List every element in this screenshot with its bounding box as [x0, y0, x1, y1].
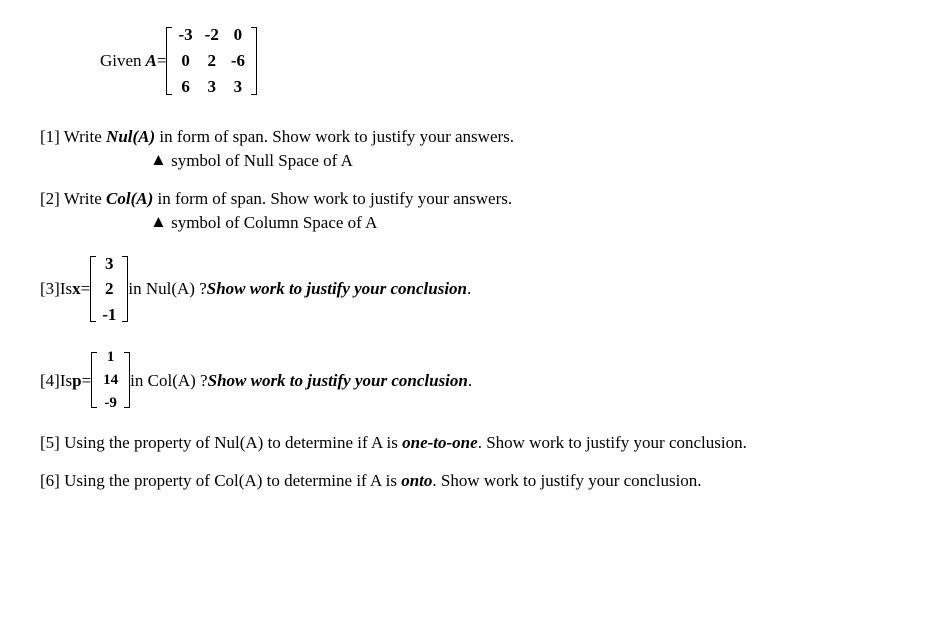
q2-number: [2]: [40, 189, 60, 208]
bracket-left: [91, 352, 97, 408]
q3-period: .: [467, 277, 471, 301]
vector-p-cells: 1 14 -9: [97, 344, 124, 417]
vector-x: 3 2 -1: [90, 249, 128, 330]
q2-hint-text: symbol of Column Space of A: [167, 213, 378, 232]
q4-conclusion: Show work to justify your conclusion: [208, 369, 468, 393]
q2-term: Col(A): [106, 189, 153, 208]
triangle-icon: ▲: [150, 148, 167, 172]
vector-x-cells: 3 2 -1: [96, 249, 122, 330]
bracket-left: [90, 256, 96, 322]
vector-p: 1 14 -9: [91, 344, 130, 417]
q5-rest: . Show work to justify your conclusion.: [478, 433, 747, 452]
bracket-right: [124, 352, 130, 408]
equals-sign: =: [157, 49, 167, 73]
q2-rest: in form of span. Show work to justify yo…: [153, 189, 512, 208]
given-label: Given: [100, 49, 142, 73]
q6-prefix: Using the property of Col(A) to determin…: [60, 471, 401, 490]
q1-hint-text: symbol of Null Space of A: [167, 151, 353, 170]
q4-equals: =: [82, 369, 92, 393]
given-line: Given A = -3 -2 0 0 2 -6 6 3 3: [100, 20, 900, 101]
bracket-right: [251, 27, 257, 95]
question-3: [3] Is x = 3 2 -1 in Nul(A) ? Show work …: [40, 249, 900, 330]
question-1: [1] Write Nul(A) in form of span. Show w…: [40, 125, 900, 173]
bracket-right: [122, 256, 128, 322]
q3-conclusion: Show work to justify your conclusion: [207, 277, 467, 301]
question-4: [4] Is p= 1 14 -9 in Col(A) ? Show work …: [40, 344, 900, 417]
q2-hint: ▲ symbol of Column Space of A: [150, 211, 900, 235]
question-5: [5] Using the property of Nul(A) to dete…: [40, 431, 900, 455]
q4-period: .: [468, 369, 472, 393]
question-2: [2] Write Col(A) in form of span. Show w…: [40, 187, 900, 235]
q3-mid: in Nul(A) ?: [128, 277, 206, 301]
question-6: [6] Using the property of Col(A) to dete…: [40, 469, 900, 493]
q6-number: [6]: [40, 471, 60, 490]
triangle-icon: ▲: [150, 210, 167, 234]
q3-equals: =: [81, 277, 91, 301]
q3-var: x: [72, 277, 81, 301]
q6-term: onto: [401, 471, 432, 490]
matrix-symbol: A: [146, 49, 157, 73]
matrix-A: -3 -2 0 0 2 -6 6 3 3: [166, 20, 257, 101]
q3-prefix: Is: [60, 277, 72, 301]
bracket-left: [166, 27, 172, 95]
q5-term: one-to-one: [402, 433, 478, 452]
q2-prefix: Write: [60, 189, 106, 208]
q4-prefix: Is: [60, 369, 72, 393]
q1-rest: in form of span. Show work to justify yo…: [155, 127, 514, 146]
q5-number: [5]: [40, 433, 60, 452]
q1-term: Nul(A): [106, 127, 155, 146]
q1-number: [1]: [40, 127, 60, 146]
q5-prefix: Using the property of Nul(A) to determin…: [60, 433, 402, 452]
q6-rest: . Show work to justify your conclusion.: [432, 471, 701, 490]
q4-number: [4]: [40, 369, 60, 393]
q4-mid: in Col(A) ?: [130, 369, 207, 393]
q3-number: [3]: [40, 277, 60, 301]
q1-prefix: Write: [60, 127, 106, 146]
q4-var: p: [72, 369, 81, 393]
q1-hint: ▲ symbol of Null Space of A: [150, 149, 900, 173]
matrix-A-cells: -3 -2 0 0 2 -6 6 3 3: [172, 20, 251, 101]
